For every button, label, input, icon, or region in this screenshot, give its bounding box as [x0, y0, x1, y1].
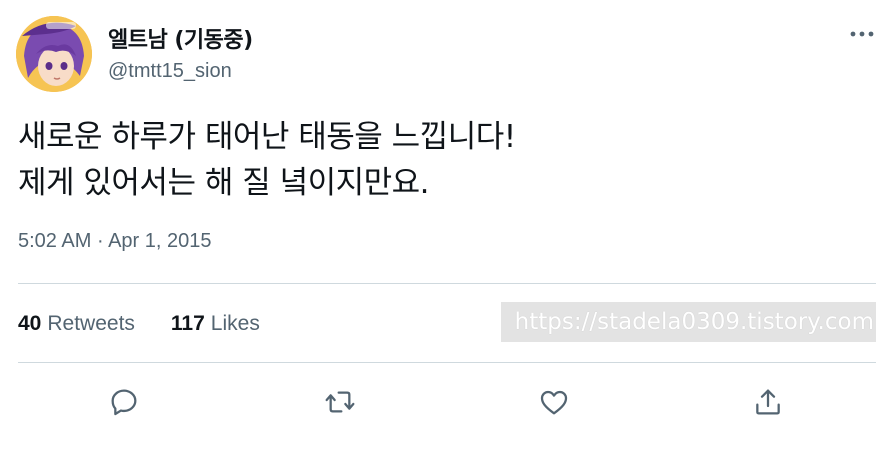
- divider: [18, 362, 876, 363]
- author-display-name[interactable]: 엘트남 (기동중): [108, 22, 253, 54]
- more-options-button[interactable]: [846, 20, 878, 48]
- likes-label: Likes: [210, 312, 260, 335]
- tweet-action-bar: [0, 382, 894, 422]
- retweets-label: Retweets: [47, 312, 135, 335]
- timestamp-separator: ·: [96, 230, 104, 252]
- anime-avatar-icon: [16, 16, 92, 92]
- reply-button[interactable]: [104, 382, 144, 422]
- author-handle[interactable]: @tmtt15_sion: [108, 60, 232, 83]
- reply-icon: [111, 389, 137, 416]
- tweet-text-line: 새로운 하루가 태어난 태동을 느낍니다!: [18, 119, 516, 155]
- avatar[interactable]: [16, 16, 92, 92]
- tweet-time[interactable]: 5:02 AM: [18, 230, 91, 252]
- retweets-stat[interactable]: 40 Retweets: [18, 312, 135, 336]
- divider: [18, 283, 876, 284]
- share-button[interactable]: [748, 382, 788, 422]
- heart-icon: [540, 390, 568, 415]
- tweet-date[interactable]: Apr 1, 2015: [108, 230, 211, 252]
- tweet-timestamp: 5:02 AM · Apr 1, 2015: [18, 230, 212, 253]
- tweet-text: 새로운 하루가 태어난 태동을 느낍니다! 제게 있어서는 해 질 녘이지만요.: [18, 114, 878, 206]
- tweet-text-line: 제게 있어서는 해 질 녘이지만요.: [18, 165, 430, 201]
- retweet-button[interactable]: [320, 382, 360, 422]
- like-button[interactable]: [534, 382, 574, 422]
- more-horizontal-icon: [850, 31, 874, 37]
- share-icon: [756, 389, 780, 415]
- watermark: https://stadela0309.tistory.com: [501, 302, 876, 342]
- retweet-icon: [325, 391, 355, 413]
- tweet-stats: 40 Retweets 117 Likes: [18, 312, 260, 336]
- likes-stat[interactable]: 117 Likes: [171, 312, 260, 336]
- retweets-count: 40: [18, 312, 42, 335]
- likes-count: 117: [170, 312, 205, 335]
